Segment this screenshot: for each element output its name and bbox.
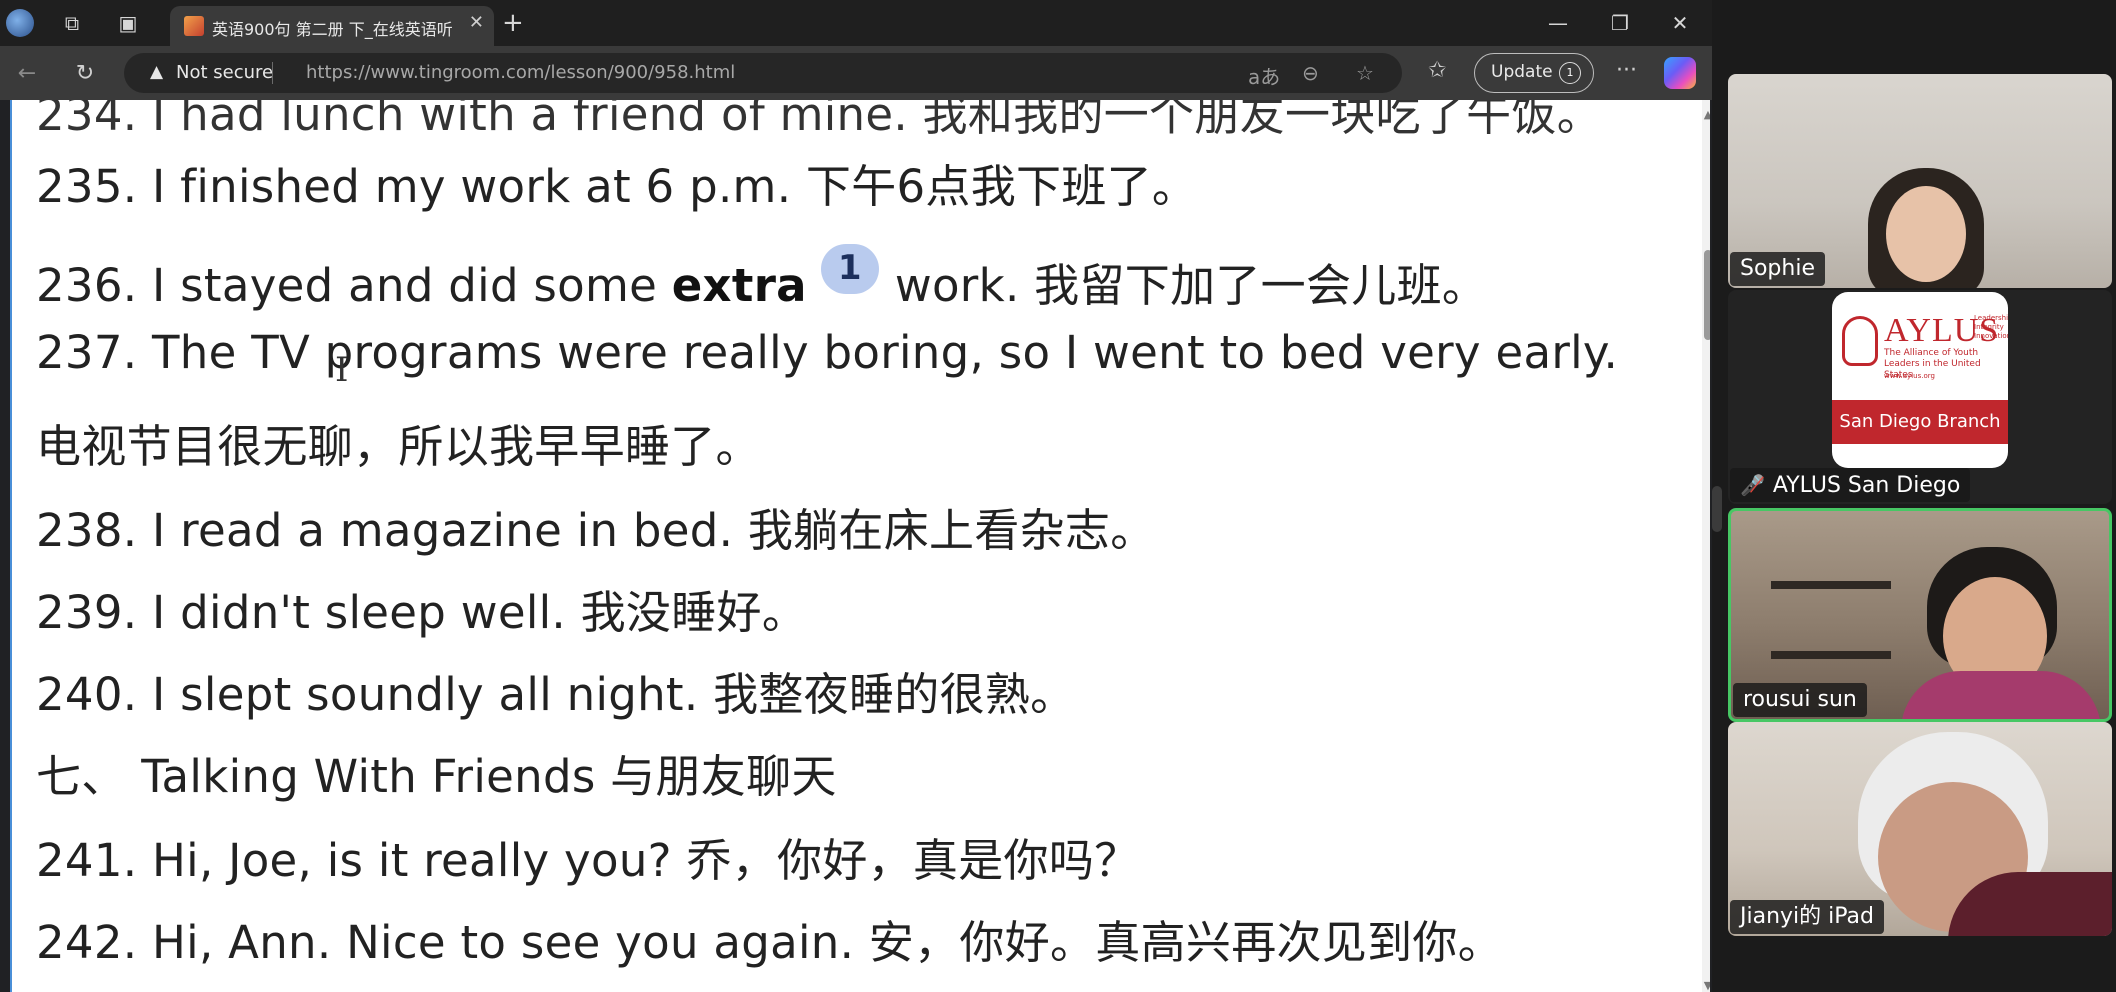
copilot-icon[interactable] — [1664, 57, 1696, 89]
aylus-logo-url: www.aylus.org — [1884, 372, 1935, 380]
sentence-236-start: 236. I stayed and did some — [36, 259, 672, 312]
mic-muted-icon: 🎤̸ — [1740, 473, 1765, 497]
sentence-236: 236. I stayed and did some extra 1 work. 我… — [36, 244, 1487, 314]
background-shelf — [1771, 651, 1891, 659]
aylus-logo-motto: Leadership Integrity Innovation — [1974, 314, 2008, 340]
tab-title: 英语900句 第二册 下_在线英语听 — [212, 20, 452, 39]
lesson-page: 234. I had lunch with a friend of mine. … — [10, 100, 1710, 992]
close-window-button[interactable]: ✕ — [1660, 6, 1700, 40]
workspaces-icon[interactable]: ⧉ — [58, 9, 86, 37]
profile-avatar[interactable] — [6, 9, 34, 37]
sentence-236-end: work. 我留下加了一会儿班。 — [894, 259, 1488, 312]
not-secure-label[interactable]: Not secure — [176, 62, 273, 83]
sentence-237: 237. The TV programs were really boring,… — [36, 326, 1619, 379]
section-heading: 七、 Talking With Friends 与朋友聊天 — [36, 750, 837, 803]
active-tab[interactable]: 英语900句 第二册 下_在线英语听 ✕ — [170, 6, 494, 46]
participant-name: Jianyi的 iPad — [1730, 900, 1884, 934]
participant-name: AYLUS San Diego — [1772, 473, 1961, 498]
update-badge: 1 — [1559, 62, 1581, 84]
scroll-thumb[interactable] — [1704, 250, 1710, 340]
participant-name: rousui sun — [1733, 683, 1867, 717]
page-scrollbar[interactable]: ▲ ▼ — [1702, 100, 1710, 992]
sentence-237-translation: 电视节目很无聊，所以我早早睡了。 — [36, 420, 761, 473]
sentence-241: 241. Hi, Joe, is it really you? 乔，你好，真是你… — [36, 834, 1140, 887]
vocab-word-extra[interactable]: extra — [672, 259, 807, 312]
scroll-up-icon[interactable]: ▲ — [1702, 108, 1710, 121]
tab-close-icon[interactable]: ✕ — [469, 12, 484, 33]
address-bar: ← ↻ ▲ Not secure https://www.tingroom.co… — [0, 46, 1712, 100]
ellipsis-icon[interactable]: ··· — [1616, 58, 1637, 83]
minimize-button[interactable]: — — [1538, 6, 1578, 40]
update-button[interactable]: Update 1 — [1474, 53, 1594, 93]
sentence-242: 242. Hi, Ann. Nice to see you again. 安，你… — [36, 916, 1504, 969]
participant-tile-rousui[interactable]: rousui sun — [1728, 508, 2112, 722]
favorites-icon[interactable]: ✩ — [1428, 58, 1446, 83]
tab-favicon — [184, 16, 204, 36]
sentence-240: 240. I slept soundly all night. 我整夜睡的很熟。 — [36, 668, 1076, 721]
aylus-logo: AYLUS Leadership Integrity Innovation Th… — [1832, 292, 2008, 468]
refresh-icon[interactable]: ↻ — [70, 59, 100, 89]
url-field[interactable]: ▲ Not secure https://www.tingroom.com/le… — [124, 53, 1402, 93]
warning-triangle-icon[interactable]: ▲ — [150, 62, 163, 82]
participant-shirt — [1901, 671, 2101, 719]
browser-window: ⧉ ▣ 英语900句 第二册 下_在线英语听 ✕ + — ❐ ✕ ← ↻ ▲ N… — [0, 0, 1712, 992]
url-text[interactable]: https://www.tingroom.com/lesson/900/958.… — [306, 62, 735, 83]
restore-button[interactable]: ❐ — [1600, 6, 1640, 40]
participant-tile-jianyi[interactable]: Jianyi的 iPad — [1728, 722, 2112, 936]
sentence-238: 238. I read a magazine in bed. 我躺在床上看杂志。 — [36, 504, 1156, 557]
text-cursor-icon: I — [335, 350, 349, 390]
more-tools-icon[interactable]: ⊖ — [1302, 61, 1319, 85]
participant-tile-aylus[interactable]: AYLUS Leadership Integrity Innovation Th… — [1728, 290, 2112, 504]
tab-bar: ⧉ ▣ 英语900句 第二册 下_在线英语听 ✕ + — ❐ ✕ — [0, 0, 1712, 46]
vertical-tabs-icon[interactable]: ▣ — [114, 9, 142, 37]
sentence-235: 235. I finished my work at 6 p.m. 下午6点我下… — [36, 160, 1198, 213]
scroll-down-icon[interactable]: ▼ — [1702, 979, 1710, 992]
background-shelf — [1771, 581, 1891, 589]
participant-face — [1886, 186, 1966, 282]
participant-name-tag: 🎤̸ AYLUS San Diego — [1730, 468, 1971, 502]
new-tab-button[interactable]: + — [502, 8, 524, 38]
participant-tile-sophie[interactable]: Sophie — [1728, 74, 2112, 288]
lightbulb-icon — [1842, 316, 1878, 366]
gallery-resize-handle[interactable] — [1712, 486, 1722, 532]
participant-name: Sophie — [1730, 252, 1825, 286]
sentence-239: 239. I didn't sleep well. 我没睡好。 — [36, 586, 808, 639]
update-label: Update — [1491, 62, 1553, 82]
url-separator — [272, 62, 273, 84]
sentence-234-partial: 234. I had lunch with a friend of mine. … — [36, 100, 1603, 141]
star-icon[interactable]: ☆ — [1356, 61, 1374, 85]
read-aloud-icon[interactable]: aあ — [1248, 61, 1280, 90]
aylus-logo-branch: San Diego Branch — [1832, 400, 2008, 444]
footnote-badge[interactable]: 1 — [820, 244, 879, 294]
back-arrow-icon[interactable]: ← — [12, 59, 42, 89]
participant-gallery: Sophie AYLUS Leadership Integrity Innova… — [1712, 0, 2116, 992]
